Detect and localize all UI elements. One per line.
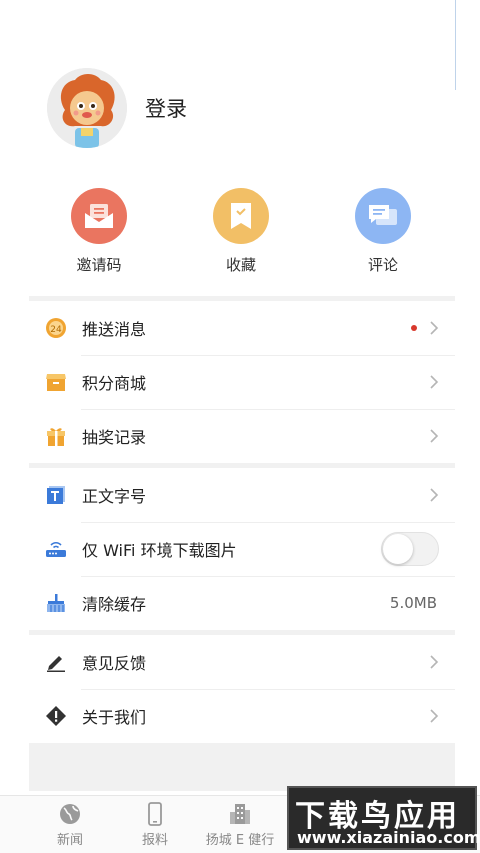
points-mall-label: 积分商城: [82, 374, 147, 393]
menu-item-push[interactable]: 24 推送消息: [29, 301, 455, 355]
menu-item-wifi-images[interactable]: 仅 WiFi 环境下载图片: [29, 522, 455, 576]
menu-item-clear-cache[interactable]: 清除缓存 5.0MB: [29, 576, 455, 630]
toggle-knob: [383, 534, 413, 564]
chevron-right-icon: [430, 429, 439, 443]
info-diamond-icon: [45, 705, 67, 727]
favorites-label: 收藏: [225, 256, 256, 274]
broom-icon: [45, 592, 67, 614]
menu-item-lottery[interactable]: 抽奖记录: [29, 409, 455, 463]
menu-item-feedback[interactable]: 意见反馈: [29, 635, 455, 689]
shop-box-icon: [45, 371, 67, 393]
wifi-images-label: 仅 WiFi 环境下载图片: [82, 541, 237, 560]
svg-text:24: 24: [50, 325, 62, 335]
push-24-icon: 24: [45, 317, 67, 339]
building-icon: [230, 804, 250, 824]
comments-button[interactable]: 评论: [333, 188, 433, 275]
avatar[interactable]: [47, 68, 127, 148]
phone-icon: [148, 802, 162, 826]
tab-yangcheng[interactable]: 扬城 E 健行: [200, 802, 280, 848]
chevron-right-icon: [430, 709, 439, 723]
comment-icon: [355, 188, 411, 244]
lottery-label: 抽奖记录: [82, 428, 147, 447]
menu-item-about[interactable]: 关于我们: [29, 689, 455, 743]
tab-news-label: 新闻: [56, 833, 83, 848]
clear-cache-label: 清除缓存: [82, 595, 147, 614]
font-size-label: 正文字号: [82, 487, 147, 506]
tab-report-label: 报料: [141, 833, 168, 848]
chevron-right-icon: [430, 655, 439, 669]
router-icon: [45, 538, 67, 560]
comments-label: 评论: [367, 256, 398, 274]
push-label: 推送消息: [82, 320, 147, 339]
invite-code-button[interactable]: 邀请码: [49, 188, 149, 275]
list-footer-space: [29, 743, 455, 791]
favorites-button[interactable]: 收藏: [191, 188, 291, 275]
settings-list: 24 推送消息 积分商城 抽奖记录 正文字号 仅 WiFi 环境下载图片 清除缓…: [29, 296, 455, 791]
pencil-icon: [45, 651, 67, 673]
quick-actions: 邀请码 收藏 评论: [0, 188, 480, 274]
cache-size-value: 5.0MB: [389, 594, 437, 612]
watermark-logo: 下载鸟应用 www.xiazainiao.com: [287, 786, 480, 850]
chevron-right-icon: [430, 375, 439, 389]
globe-icon: [60, 804, 80, 824]
tab-news[interactable]: 新闻: [30, 802, 110, 848]
feedback-label: 意见反馈: [82, 654, 147, 673]
invite-code-label: 邀请码: [76, 256, 122, 274]
bookmark-icon: [213, 188, 269, 244]
menu-item-font-size[interactable]: 正文字号: [29, 468, 455, 522]
watermark-url: www.xiazainiao.com: [297, 828, 480, 847]
chevron-right-icon: [430, 488, 439, 502]
tab-report[interactable]: 报料: [115, 802, 195, 848]
wifi-images-toggle[interactable]: [381, 532, 439, 566]
gift-icon: [45, 425, 67, 447]
menu-item-points-mall[interactable]: 积分商城: [29, 355, 455, 409]
text-size-icon: [45, 484, 67, 506]
edge-divider: [455, 0, 456, 90]
login-label[interactable]: 登录: [145, 93, 187, 123]
about-label: 关于我们: [82, 708, 147, 727]
unread-dot: [411, 325, 417, 331]
profile-header[interactable]: 登录: [47, 68, 187, 148]
envelope-icon: [71, 188, 127, 244]
lion-mascot-icon: [47, 68, 127, 148]
tab-yangcheng-label: 扬城 E 健行: [205, 833, 275, 848]
chevron-right-icon: [430, 321, 439, 335]
